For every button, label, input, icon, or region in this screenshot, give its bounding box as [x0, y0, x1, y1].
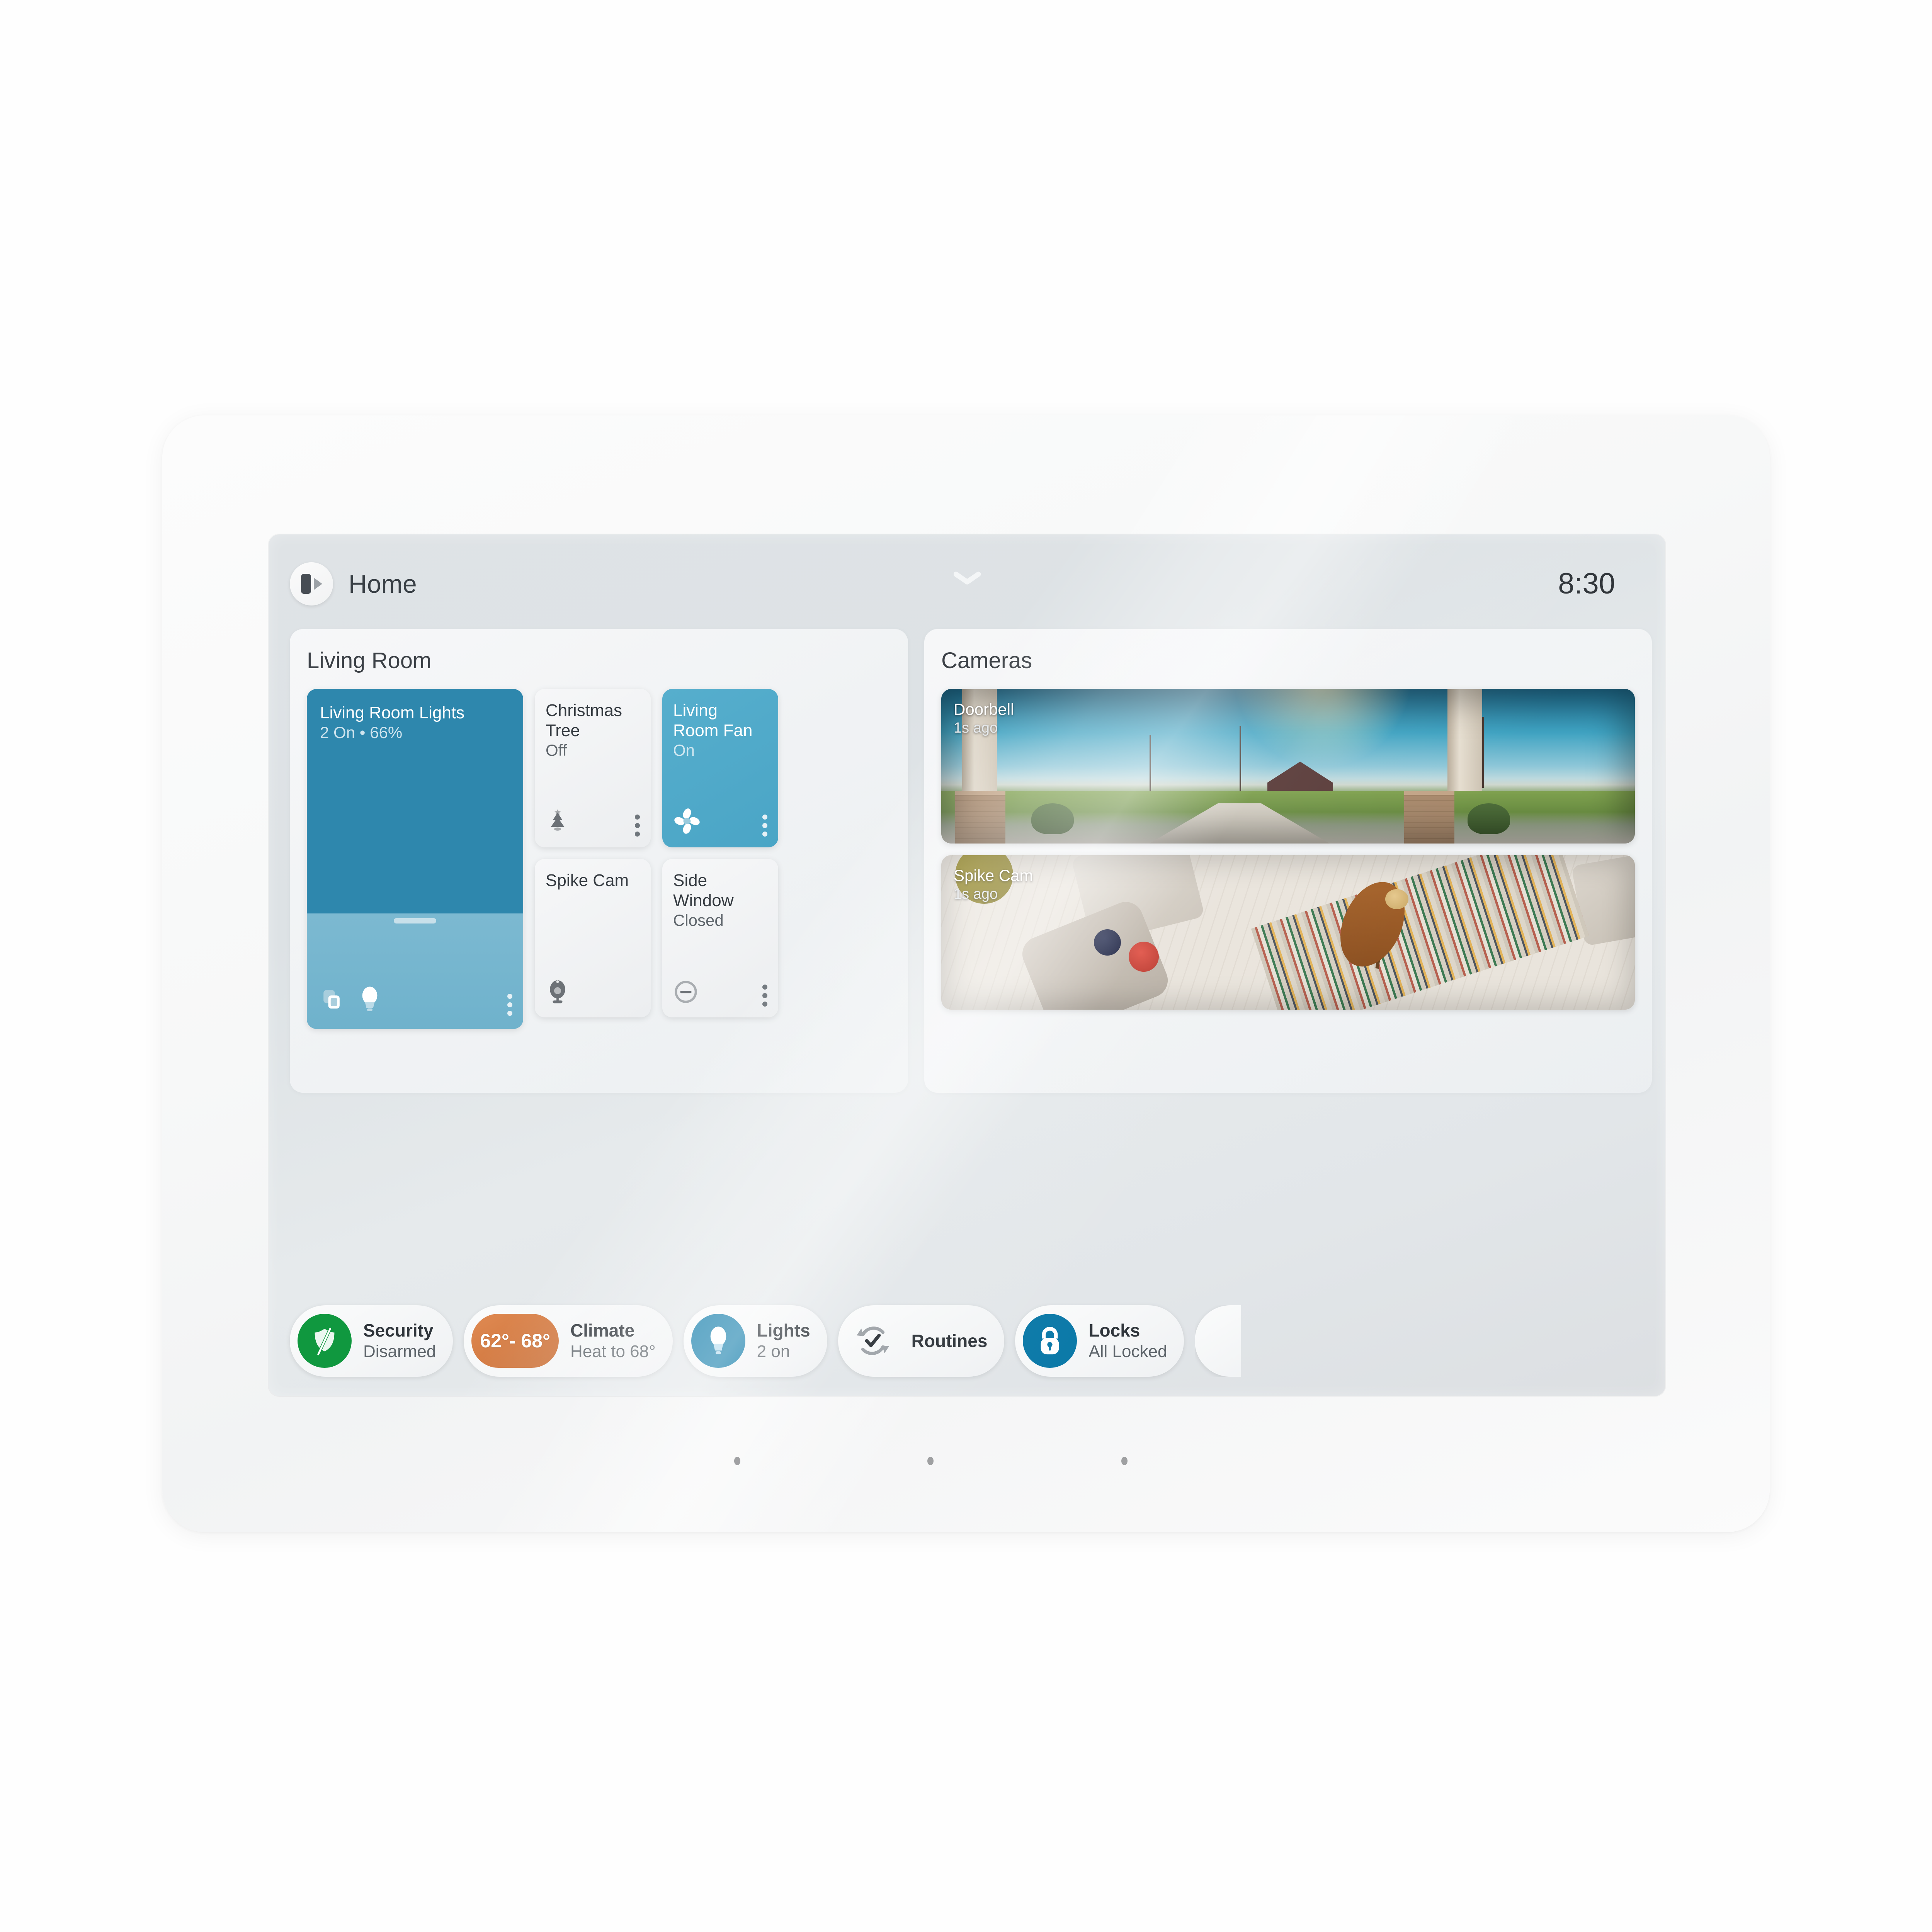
spike-cam-image: [941, 855, 1635, 1010]
pill-text-block: Security Disarmed: [363, 1320, 436, 1362]
more-vertical-icon[interactable]: [762, 815, 767, 837]
living-room-panel: Living Room Living Room Lights 2 On • 66…: [290, 629, 908, 1093]
top-bar: Home 8:30: [269, 534, 1665, 633]
more-vertical-icon[interactable]: [762, 985, 767, 1007]
status-pill-row[interactable]: Security Disarmed 62°- 68° Climate Heat …: [290, 1304, 1665, 1378]
panel-expand-icon[interactable]: [290, 562, 333, 605]
living-room-tile-grid: Living Room Lights 2 On • 66% Christmas …: [307, 689, 891, 1029]
pill-locks[interactable]: Locks All Locked: [1015, 1305, 1184, 1377]
tile-status: Off: [546, 741, 567, 759]
cameras-panel: Cameras Doorbell 1s ago Spike Cam 1s ago: [924, 629, 1652, 1093]
tile-name: Living Room Fan: [673, 701, 753, 740]
tile-footer: [320, 985, 512, 1016]
tile-footer: [673, 979, 767, 1007]
tile-name: Living Room Lights: [320, 703, 465, 722]
tile-footer: [546, 808, 640, 837]
tile-status: 2 On • 66%: [320, 723, 403, 742]
tile-footer: [673, 808, 767, 837]
camera-name: Spike Cam: [954, 866, 1033, 884]
camera-label-block: Doorbell 1s ago: [954, 700, 1014, 738]
pill-value: All Locked: [1088, 1342, 1167, 1361]
tile-column-2: Christmas Tree Off Spike Cam: [535, 689, 651, 1029]
fan-icon[interactable]: [673, 808, 701, 837]
clock: 8:30: [1558, 567, 1615, 600]
camera-feed-doorbell[interactable]: Doorbell 1s ago: [941, 689, 1635, 844]
lock-closed-icon: [1023, 1314, 1077, 1368]
pill-partial[interactable]: [1195, 1305, 1242, 1377]
webcam-icon[interactable]: [546, 977, 570, 1007]
speaker-dot: [734, 1457, 740, 1465]
pill-security[interactable]: Security Disarmed: [290, 1305, 453, 1377]
screenshot-stage: Home 8:30 Living Room Living Room Lights…: [0, 0, 1932, 1932]
camera-timestamp: 1s ago: [954, 720, 998, 736]
doorbell-camera-image: [941, 689, 1635, 844]
chevron-down-icon[interactable]: [953, 571, 981, 585]
camera-label-block: Spike Cam 1s ago: [954, 866, 1033, 904]
tile-status: On: [673, 741, 695, 759]
contact-sensor-closed-icon[interactable]: [673, 979, 699, 1007]
pill-label: Locks: [1088, 1320, 1140, 1341]
tile-christmas-tree[interactable]: Christmas Tree Off: [535, 689, 651, 847]
light-bulb-icon: [691, 1314, 745, 1368]
panel-arrow-shape: [313, 577, 322, 590]
tile-name: Spike Cam: [546, 871, 629, 890]
display-screen: Home 8:30 Living Room Living Room Lights…: [269, 534, 1665, 1396]
camera-feed-spike-cam[interactable]: Spike Cam 1s ago: [941, 855, 1635, 1010]
pill-overflow-next[interactable]: [1195, 1305, 1242, 1377]
tile-text-block: Living Room Lights 2 On • 66%: [307, 689, 523, 742]
more-vertical-icon[interactable]: [507, 994, 512, 1016]
camera-name: Doorbell: [954, 700, 1014, 718]
tile-living-room-lights[interactable]: Living Room Lights 2 On • 66%: [307, 689, 523, 1029]
pill-text-block: Locks All Locked: [1088, 1320, 1167, 1362]
christmas-tree-icon[interactable]: [546, 808, 570, 837]
tile-name: Christmas Tree: [546, 701, 622, 740]
camera-timestamp: 1s ago: [954, 886, 998, 903]
pill-lights[interactable]: Lights 2 on: [683, 1305, 827, 1377]
more-vertical-icon[interactable]: [635, 815, 640, 837]
tile-footer: [546, 977, 640, 1007]
pill-label: Climate: [570, 1320, 635, 1341]
page-title: Home: [349, 569, 417, 598]
speaker-dot: [1121, 1457, 1128, 1465]
pill-climate[interactable]: 62°- 68° Climate Heat to 68°: [464, 1305, 673, 1377]
tile-status: Closed: [673, 911, 724, 929]
temperature-range-chip: 62°- 68°: [471, 1314, 559, 1368]
pill-value: Heat to 68°: [570, 1342, 656, 1361]
pill-text-block: Lights 2 on: [757, 1320, 810, 1362]
pill-text-block: Climate Heat to 68°: [570, 1320, 656, 1362]
shield-disarmed-icon: [298, 1314, 352, 1368]
pill-routines[interactable]: Routines: [838, 1305, 1005, 1377]
panels-row: Living Room Living Room Lights 2 On • 66…: [290, 629, 1652, 1093]
pill-value: 2 on: [757, 1342, 790, 1361]
pill-label: Routines: [911, 1330, 988, 1351]
tile-spike-cam-device[interactable]: Spike Cam: [535, 859, 651, 1017]
pill-value: Disarmed: [363, 1342, 436, 1361]
pill-label: Security: [363, 1320, 434, 1341]
light-bulb-icon[interactable]: [359, 985, 381, 1016]
brightness-slider-handle[interactable]: [394, 918, 436, 923]
cameras-title: Cameras: [941, 648, 1032, 673]
tile-column-3: Living Room Fan On Side Window Closed: [662, 689, 778, 1029]
living-room-title: Living Room: [307, 648, 432, 673]
pill-label: Lights: [757, 1320, 810, 1341]
speaker-dot: [927, 1457, 934, 1465]
panel-bar-shape: [301, 573, 311, 594]
routines-refresh-check-icon: [846, 1314, 900, 1368]
group-devices-icon[interactable]: [320, 985, 349, 1016]
pill-text-block: Routines: [912, 1330, 988, 1352]
tile-living-room-fan[interactable]: Living Room Fan On: [662, 689, 778, 847]
tile-side-window[interactable]: Side Window Closed: [662, 859, 778, 1017]
tile-name: Side Window: [673, 871, 734, 910]
